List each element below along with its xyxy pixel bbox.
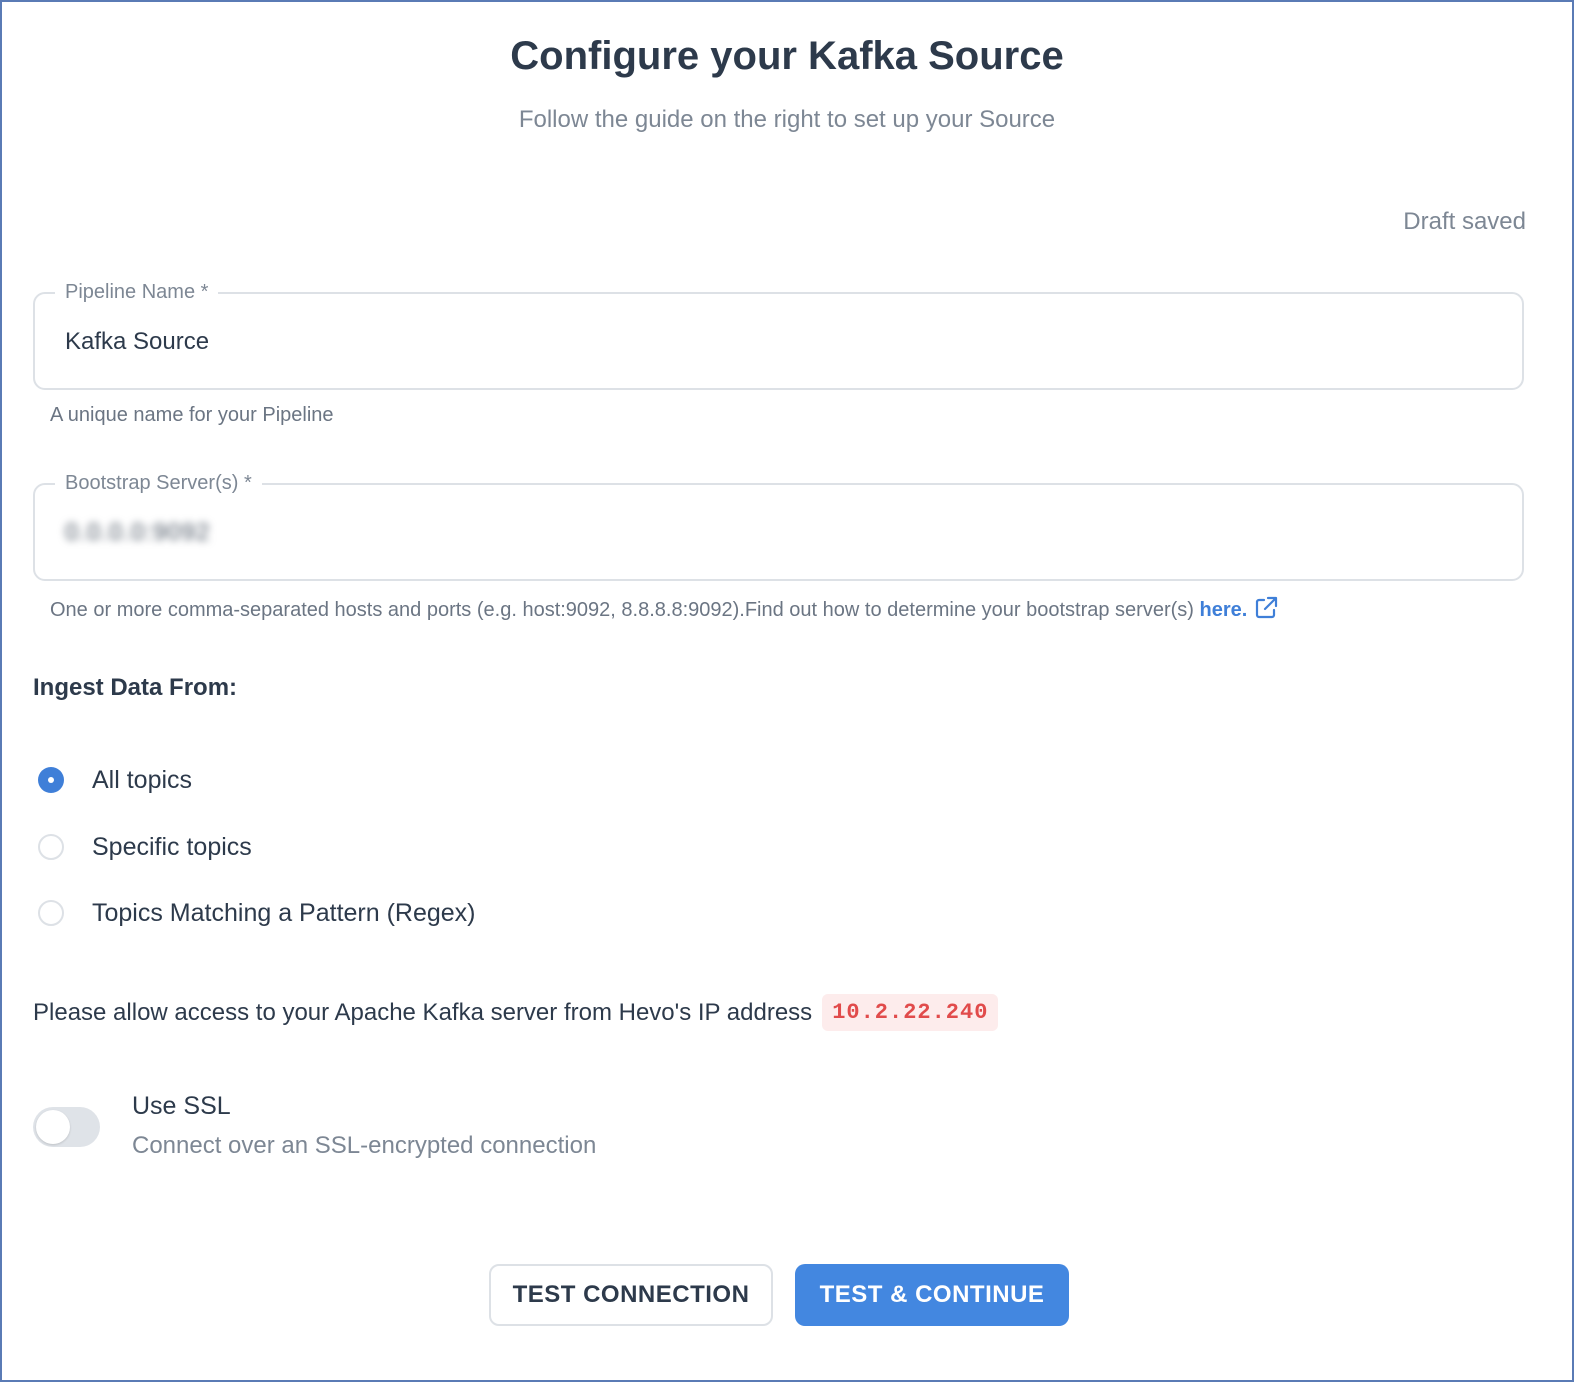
radio-all-topics-label[interactable]: All topics — [92, 766, 192, 795]
ssl-description: Connect over an SSL-encrypted connection — [132, 1132, 597, 1159]
radio-regex-topics[interactable]: Topics Matching a Pattern (Regex) — [38, 896, 476, 930]
ingest-heading: Ingest Data From: — [33, 674, 238, 701]
pipeline-name-label: Pipeline Name * — [55, 280, 219, 304]
page-title: Configure your Kafka Source — [510, 34, 1064, 78]
external-link-icon[interactable] — [1253, 595, 1279, 627]
bootstrap-servers-field[interactable]: Bootstrap Server(s) * 0.0.0.0:9092 — [33, 471, 1524, 581]
ssl-toggle[interactable] — [33, 1107, 100, 1147]
radio-regex-topics-label[interactable]: Topics Matching a Pattern (Regex) — [92, 899, 476, 928]
radio-regex-topics-control[interactable] — [38, 900, 64, 926]
ip-access-note: Please allow access to your Apache Kafka… — [33, 994, 999, 1031]
pipeline-name-helper: A unique name for your Pipeline — [50, 404, 334, 426]
bootstrap-servers-label: Bootstrap Server(s) * — [55, 471, 262, 495]
ssl-toggle-knob[interactable] — [36, 1110, 70, 1144]
pipeline-name-input[interactable]: Kafka Source — [65, 328, 209, 356]
ip-address-badge: 10.2.22.240 — [822, 994, 999, 1031]
page-subtitle: Follow the guide on the right to set up … — [518, 106, 1056, 133]
ip-access-text: Please allow access to your Apache Kafka… — [33, 998, 813, 1026]
radio-specific-topics-label[interactable]: Specific topics — [92, 833, 252, 862]
bootstrap-guide-link[interactable]: here. — [1199, 599, 1247, 621]
bootstrap-servers-helper: One or more comma-separated hosts and po… — [50, 595, 1279, 627]
draft-status: Draft saved — [1403, 208, 1526, 235]
test-connection-button[interactable]: TEST CONNECTION — [489, 1264, 773, 1326]
ssl-title: Use SSL — [132, 1092, 231, 1120]
test-continue-button[interactable]: TEST & CONTINUE — [795, 1264, 1069, 1326]
pipeline-name-field[interactable]: Pipeline Name * Kafka Source — [33, 280, 1524, 390]
radio-specific-topics-control[interactable] — [38, 834, 64, 860]
radio-all-topics[interactable]: All topics — [38, 763, 192, 797]
bootstrap-helper-text: One or more comma-separated hosts and po… — [50, 599, 1200, 621]
radio-all-topics-control[interactable] — [38, 767, 64, 793]
radio-specific-topics[interactable]: Specific topics — [38, 830, 252, 864]
bootstrap-servers-input[interactable]: 0.0.0.0:9092 — [65, 519, 210, 547]
